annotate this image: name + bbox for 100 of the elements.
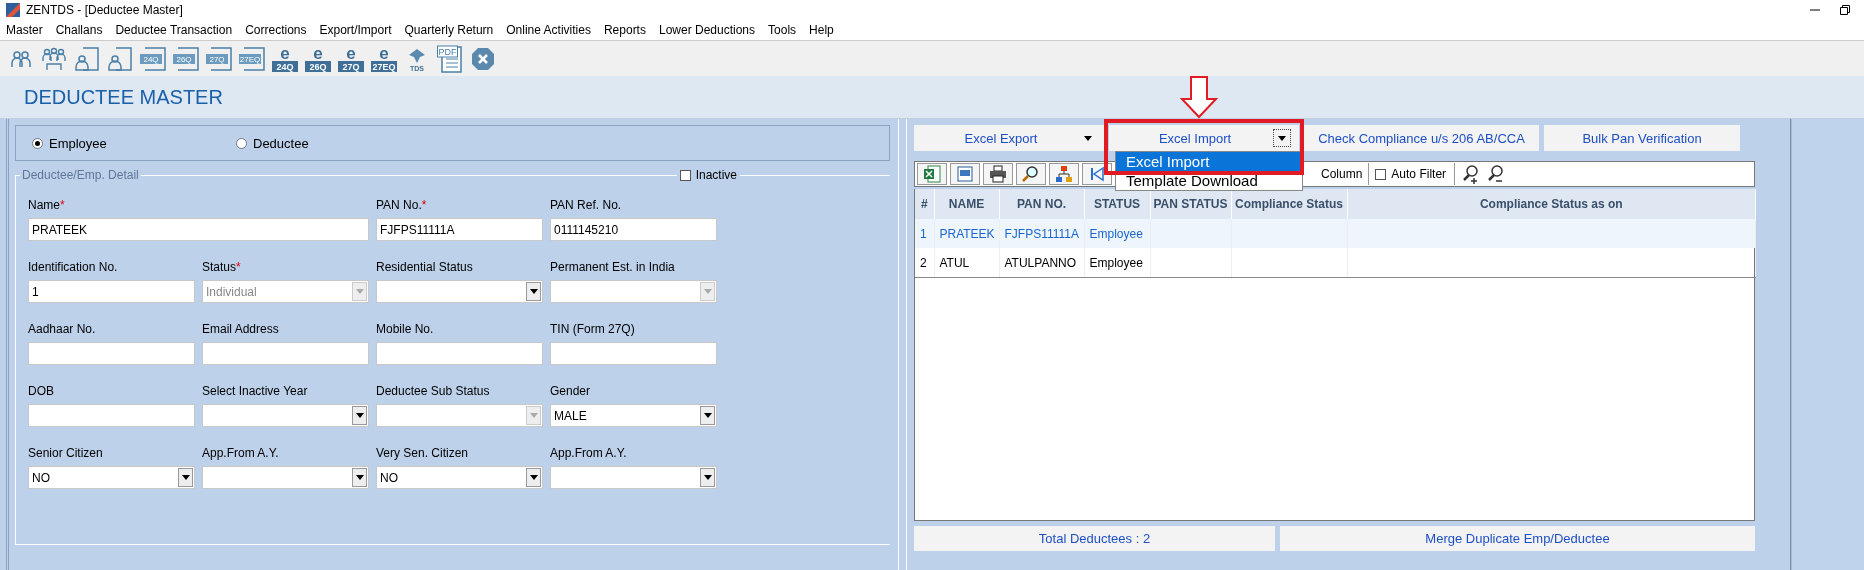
caret-icon	[1278, 135, 1286, 141]
dropdown-field[interactable]	[376, 280, 543, 303]
field-label: Gender	[550, 384, 591, 398]
action-button[interactable]: Check Compliance u/s 206 AB/CCA	[1304, 125, 1539, 151]
field-label: App.From A.Y.	[550, 446, 627, 460]
action-button[interactable]: Bulk Pan Verification	[1544, 125, 1740, 151]
caret-icon	[355, 413, 364, 418]
text-field[interactable]	[550, 342, 717, 365]
dropdown-field[interactable]	[202, 466, 369, 489]
menu-item[interactable]: Quarterly Return	[404, 23, 494, 37]
menu-item[interactable]: Corrections	[245, 23, 307, 37]
hierarchy-icon[interactable]	[1055, 165, 1073, 183]
document-icon[interactable]	[956, 165, 974, 183]
field-label: DOB	[28, 384, 54, 398]
text-field[interactable]: FJFPS11111A	[376, 218, 543, 241]
radio-option[interactable]: Employee	[32, 135, 236, 151]
menu-item[interactable]: Challans	[55, 23, 103, 37]
radio-button[interactable]	[236, 137, 247, 149]
table-cell: ATULPANNO	[999, 248, 1084, 278]
radio-button[interactable]	[32, 137, 43, 149]
column-header[interactable]: PAN NO.	[999, 189, 1084, 219]
caret-icon	[703, 475, 712, 480]
print-icon[interactable]	[989, 165, 1007, 183]
field-label: Select Inactive Year	[202, 384, 308, 398]
column-header[interactable]: Compliance Status	[1231, 189, 1347, 219]
dropdown-field[interactable]: NO	[28, 466, 195, 489]
action-button[interactable]: Excel Import	[1109, 125, 1299, 151]
text-field[interactable]: 1	[28, 280, 195, 303]
field-label: Name	[28, 198, 60, 212]
table-cell: 1	[915, 219, 934, 248]
column-header[interactable]: PAN STATUS	[1150, 189, 1231, 219]
table-cell: 2	[915, 248, 934, 278]
text-field[interactable]	[202, 342, 369, 365]
column-header[interactable]: Compliance Status as on	[1347, 189, 1756, 219]
menu-option[interactable]: Excel Import	[1116, 152, 1302, 171]
field-label: Status	[202, 260, 237, 274]
action-button[interactable]: Excel Export	[914, 125, 1104, 151]
menu-item[interactable]: Export/Import	[319, 23, 392, 37]
menu-item[interactable]: Deductee Transaction	[115, 23, 233, 37]
person-document-icon[interactable]	[106, 45, 133, 72]
caret-icon	[703, 413, 712, 418]
menu-item[interactable]: Lower Deductions	[658, 23, 756, 37]
app-logo-icon	[6, 3, 20, 17]
column-header[interactable]: NAME	[934, 189, 999, 219]
table-cell: PRATEEK	[934, 219, 999, 248]
field-label: Permanent Est. in India	[550, 260, 675, 274]
menu-item[interactable]: Online Activities	[506, 23, 591, 37]
column-header[interactable]: STATUS	[1084, 189, 1150, 219]
down-arrow-annotation	[1179, 75, 1219, 119]
zoom-out-icon[interactable]	[1487, 164, 1506, 184]
field-label: Mobile No.	[376, 322, 434, 336]
zoom-in-icon[interactable]	[1462, 164, 1481, 184]
field-label: Deductee Sub Status	[376, 384, 490, 398]
caret-icon	[181, 475, 190, 480]
group-legend: Deductee/Emp. Detail	[20, 168, 141, 182]
close-icon[interactable]	[470, 46, 495, 71]
field-label: Aadhaar No.	[28, 322, 96, 336]
text-field[interactable]: PRATEEK	[28, 218, 369, 241]
dropdown-field[interactable]: MALE	[550, 404, 717, 427]
menu-item[interactable]: Tools	[768, 23, 797, 37]
total-button[interactable]: Total Deductees : 2	[914, 526, 1275, 551]
spreadsheet-icon[interactable]	[923, 165, 941, 183]
field-label: Identification No.	[28, 260, 118, 274]
merge-button[interactable]: Merge Duplicate Emp/Deductee	[1280, 526, 1755, 551]
menu-item[interactable]: Help	[809, 23, 834, 37]
caret-icon	[1084, 135, 1092, 141]
field-label: TIN (Form 27Q)	[550, 322, 635, 336]
caret-icon	[529, 289, 538, 294]
table-cell: ATUL	[934, 248, 999, 278]
search-icon[interactable]	[1022, 165, 1040, 183]
field-label: Residential Status	[376, 260, 473, 274]
radio-option[interactable]: Deductee	[236, 135, 440, 151]
dropdown-field[interactable]	[202, 404, 369, 427]
checkbox-label: Inactive	[695, 168, 737, 182]
text-field[interactable]	[28, 404, 195, 427]
menu-item[interactable]: Master	[6, 23, 43, 37]
field-label: PAN No.	[376, 198, 422, 212]
checkbox[interactable]	[1375, 168, 1387, 180]
first-record-icon[interactable]	[1089, 166, 1105, 182]
menu-item[interactable]: Reports	[603, 23, 646, 37]
person-document-icon[interactable]	[73, 45, 100, 72]
group-icon[interactable]	[40, 45, 67, 72]
table-cell: Employee	[1084, 248, 1150, 278]
page-title: DEDUCTEE MASTER	[24, 85, 223, 109]
required-mark: *	[421, 198, 427, 212]
toolbar-label[interactable]: Column	[1321, 163, 1370, 185]
caret-icon	[529, 475, 538, 480]
window-title: ZENTDS - [Deductee Master]	[26, 3, 183, 17]
dropdown-field[interactable]	[550, 466, 717, 489]
checkbox-label: Auto Filter	[1391, 167, 1447, 181]
text-field[interactable]	[376, 342, 543, 365]
dropdown-field[interactable]: NO	[376, 466, 543, 489]
text-field[interactable]	[28, 342, 195, 365]
column-header[interactable]: #	[915, 189, 934, 219]
required-mark: *	[60, 198, 65, 212]
caret-icon	[703, 289, 712, 294]
table-cell: FJFPS11111A	[999, 219, 1084, 248]
text-field[interactable]: 0111145210	[550, 218, 717, 241]
restore-icon[interactable]	[1840, 5, 1850, 15]
field-label: Senior Citizen	[28, 446, 103, 460]
